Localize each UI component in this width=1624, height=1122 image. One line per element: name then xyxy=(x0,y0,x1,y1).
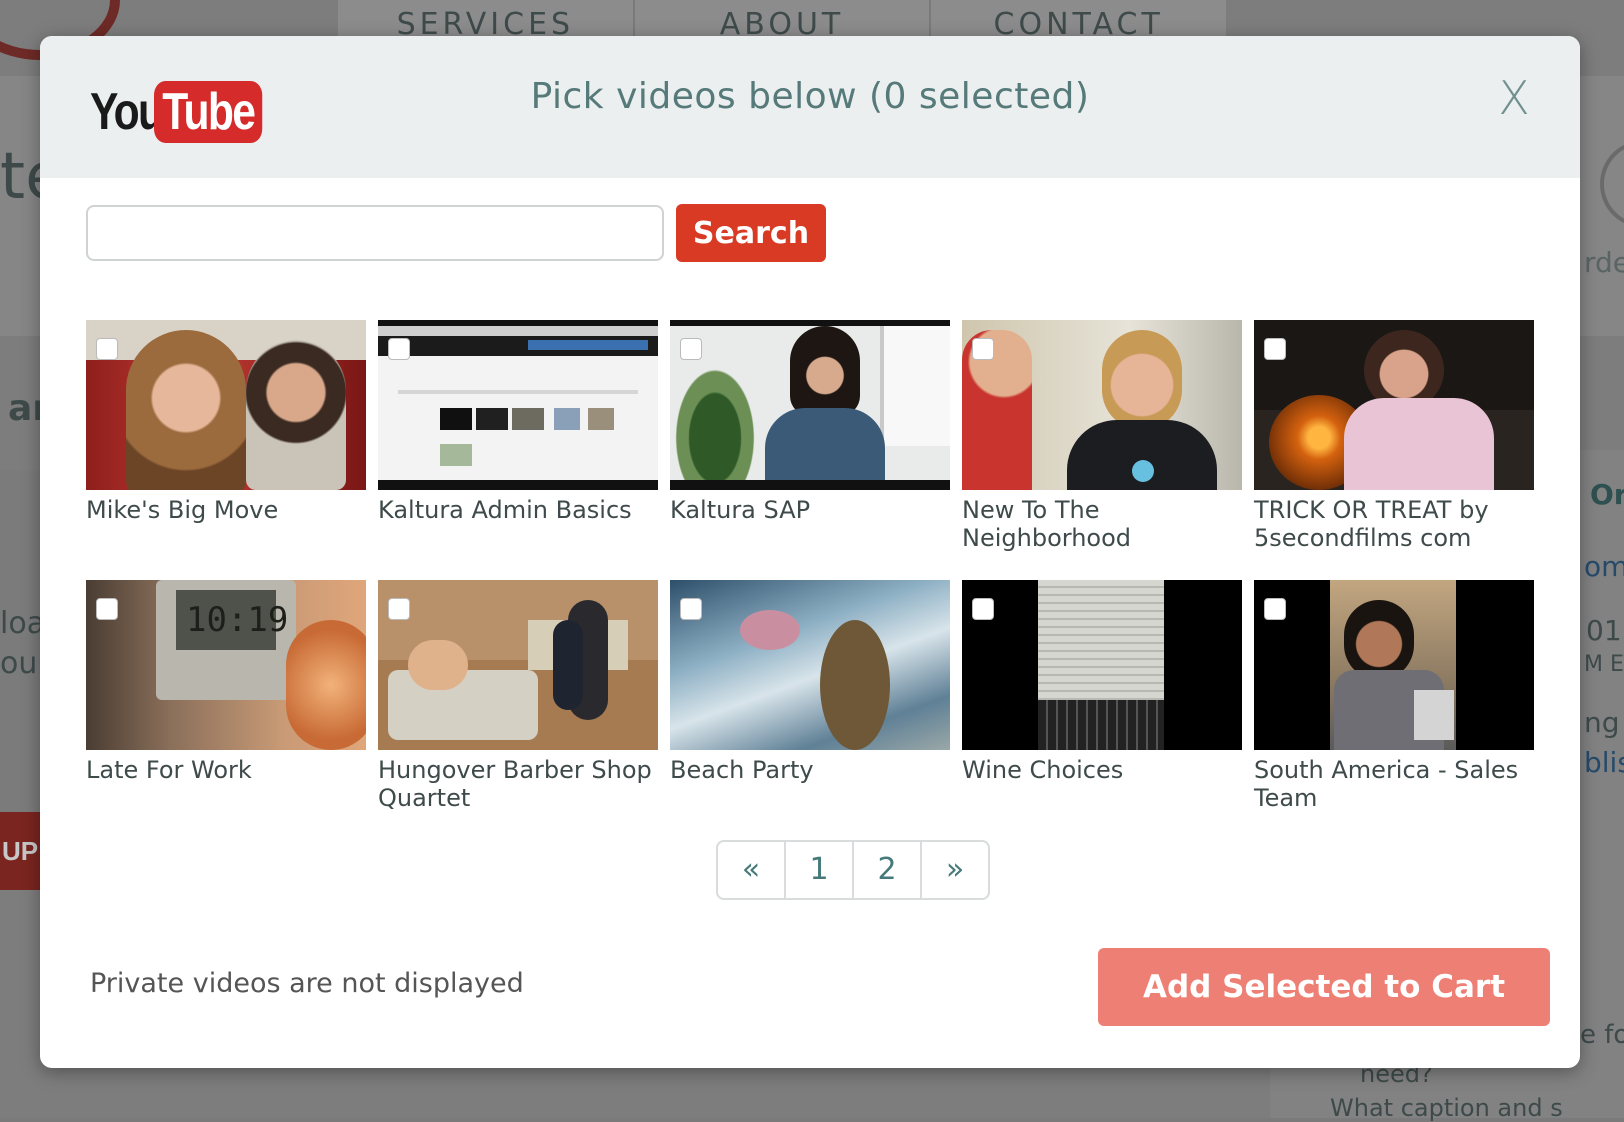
video-select-checkbox[interactable] xyxy=(1264,338,1286,360)
video-select-checkbox[interactable] xyxy=(96,598,118,620)
video-card[interactable]: Hungover Barber Shop Quartet xyxy=(378,580,658,820)
video-select-checkbox[interactable] xyxy=(972,598,994,620)
video-thumbnail[interactable] xyxy=(378,320,658,490)
search-row: Search xyxy=(86,204,826,262)
modal-header: You Tube Pick videos below (0 selected) … xyxy=(40,36,1580,178)
pagination-page-1[interactable]: 1 xyxy=(786,842,854,898)
video-select-checkbox[interactable] xyxy=(680,338,702,360)
background-text: M ET xyxy=(1584,652,1624,677)
video-card[interactable]: Beach Party xyxy=(670,580,950,820)
search-input[interactable] xyxy=(86,205,664,261)
background-text: blis xyxy=(1584,746,1624,779)
add-selected-to-cart-button[interactable]: Add Selected to Cart xyxy=(1098,948,1550,1026)
pagination-prev[interactable]: « xyxy=(718,842,786,898)
video-thumbnail[interactable] xyxy=(378,580,658,750)
video-thumbnail[interactable] xyxy=(86,320,366,490)
background-text: loa xyxy=(0,606,46,641)
video-title: TRICK OR TREAT by 5secondfilms com xyxy=(1254,496,1489,552)
video-title: Mike's Big Move xyxy=(86,496,279,524)
background-text: ng xyxy=(1584,706,1620,739)
video-grid: Mike's Big Move Kaltura Admin Basics Kal… xyxy=(86,320,1546,820)
video-select-checkbox[interactable] xyxy=(96,338,118,360)
private-videos-note: Private videos are not displayed xyxy=(90,968,524,999)
video-title: Kaltura SAP xyxy=(670,496,811,524)
video-select-checkbox[interactable] xyxy=(1264,598,1286,620)
video-title: Beach Party xyxy=(670,756,814,784)
video-title: Late For Work xyxy=(86,756,252,784)
video-title: Wine Choices xyxy=(962,756,1124,784)
video-card[interactable]: TRICK OR TREAT by 5secondfilms com xyxy=(1254,320,1534,560)
video-card[interactable]: New To The Neighborhood xyxy=(962,320,1242,560)
video-card[interactable]: South America - Sales Team xyxy=(1254,580,1534,820)
video-select-checkbox[interactable] xyxy=(388,338,410,360)
video-title: Kaltura Admin Basics xyxy=(378,496,632,524)
search-button[interactable]: Search xyxy=(676,204,826,262)
video-thumbnail[interactable] xyxy=(962,580,1242,750)
video-card[interactable]: Mike's Big Move xyxy=(86,320,366,560)
pagination-next[interactable]: » xyxy=(922,842,988,898)
close-button[interactable]: X xyxy=(1492,75,1536,121)
video-select-checkbox[interactable] xyxy=(972,338,994,360)
video-thumbnail[interactable] xyxy=(1254,580,1534,750)
video-card[interactable]: Wine Choices xyxy=(962,580,1242,820)
video-card[interactable]: Kaltura Admin Basics xyxy=(378,320,658,560)
video-thumbnail[interactable] xyxy=(1254,320,1534,490)
video-thumbnail[interactable] xyxy=(670,580,950,750)
video-select-checkbox[interactable] xyxy=(680,598,702,620)
video-thumbnail[interactable] xyxy=(962,320,1242,490)
video-picker-modal: You Tube Pick videos below (0 selected) … xyxy=(40,36,1580,1068)
background-text: rde xyxy=(1584,246,1624,279)
video-select-checkbox[interactable] xyxy=(388,598,410,620)
background-text: om xyxy=(1584,550,1624,583)
video-thumbnail[interactable] xyxy=(670,320,950,490)
pagination-page-2[interactable]: 2 xyxy=(854,842,922,898)
background-text: 01 xyxy=(1586,614,1622,647)
background-text: Or xyxy=(1590,478,1624,511)
video-title: New To The Neighborhood xyxy=(962,496,1132,552)
video-title: Hungover Barber Shop Quartet xyxy=(378,756,652,812)
video-card[interactable]: Kaltura SAP xyxy=(670,320,950,560)
modal-title: Pick videos below (0 selected) xyxy=(530,76,1090,117)
video-title: South America - Sales Team xyxy=(1254,756,1519,812)
video-card[interactable]: 10:19 Late For Work xyxy=(86,580,366,820)
video-thumbnail[interactable]: 10:19 xyxy=(86,580,366,750)
pagination: « 1 2 » xyxy=(716,840,990,900)
background-text: e fo xyxy=(1580,1020,1624,1050)
